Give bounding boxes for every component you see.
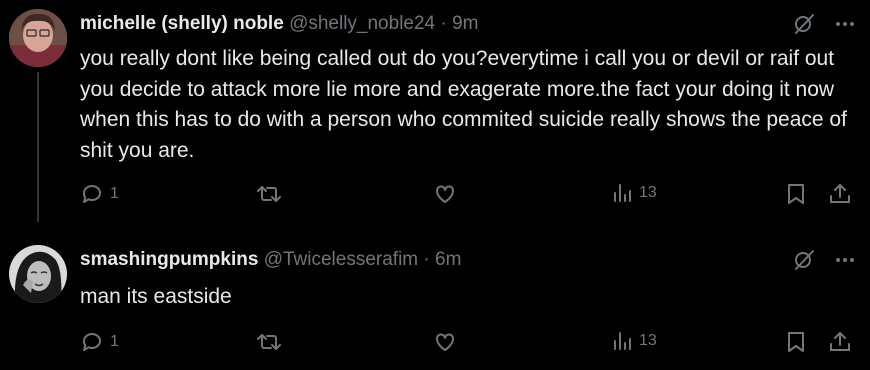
tweet-header: smashingpumpkins @Twicelesserafim · 6m: [80, 248, 780, 272]
share-icon: [828, 330, 852, 354]
reply-button[interactable]: 1: [80, 182, 119, 206]
views-button[interactable]: 13: [611, 182, 657, 204]
retweet-icon: [256, 182, 282, 206]
tweet[interactable]: michelle (shelly) noble @shelly_noble24 …: [0, 0, 870, 232]
user-handle[interactable]: @shelly_noble24: [289, 13, 435, 34]
retweet-button[interactable]: [256, 182, 282, 206]
avatar[interactable]: [9, 9, 67, 67]
separator: ·: [440, 13, 447, 34]
bookmark-icon: [785, 182, 807, 206]
tweet-actions: 1 13: [80, 182, 860, 210]
bookmark-icon: [785, 330, 807, 354]
views-button[interactable]: 13: [611, 330, 657, 352]
views-count: 13: [639, 184, 657, 201]
tweet-text: you really dont like being called out do…: [80, 47, 847, 162]
heart-icon: [433, 182, 457, 206]
display-name[interactable]: michelle (shelly) noble: [80, 13, 284, 34]
reply-count: 1: [110, 185, 119, 202]
share-button[interactable]: [828, 182, 852, 206]
display-name[interactable]: smashingpumpkins: [80, 249, 258, 270]
reply-icon: [80, 182, 104, 206]
like-button[interactable]: [433, 182, 457, 206]
share-button[interactable]: [828, 330, 852, 354]
views-icon: [611, 182, 633, 204]
bookmark-button[interactable]: [785, 330, 807, 354]
tweet-top-actions: [792, 12, 856, 36]
tweet[interactable]: smashingpumpkins @Twicelesserafim · 6m m…: [0, 232, 870, 370]
grok-icon[interactable]: [792, 12, 816, 36]
tweet-text: man its eastside: [80, 285, 232, 308]
views-icon: [611, 330, 633, 352]
share-icon: [828, 182, 852, 206]
retweet-icon: [256, 330, 282, 354]
views-count: 13: [639, 332, 657, 349]
like-button[interactable]: [433, 330, 457, 354]
more-icon[interactable]: [834, 249, 856, 271]
reply-count: 1: [110, 333, 119, 350]
reply-button[interactable]: 1: [80, 330, 119, 354]
grok-icon[interactable]: [792, 248, 816, 272]
bookmark-button[interactable]: [785, 182, 807, 206]
more-icon[interactable]: [834, 13, 856, 35]
reply-icon: [80, 330, 104, 354]
timestamp[interactable]: 6m: [435, 249, 461, 270]
heart-icon: [433, 330, 457, 354]
retweet-button[interactable]: [256, 330, 282, 354]
avatar[interactable]: [9, 245, 67, 303]
tweet-header: michelle (shelly) noble @shelly_noble24 …: [80, 12, 780, 36]
separator: ·: [423, 249, 430, 270]
thread-line: [37, 72, 39, 222]
user-handle[interactable]: @Twicelesserafim: [264, 249, 418, 270]
timestamp[interactable]: 9m: [452, 13, 478, 34]
tweet-actions: 1 13: [80, 330, 860, 358]
tweet-top-actions: [792, 248, 856, 272]
